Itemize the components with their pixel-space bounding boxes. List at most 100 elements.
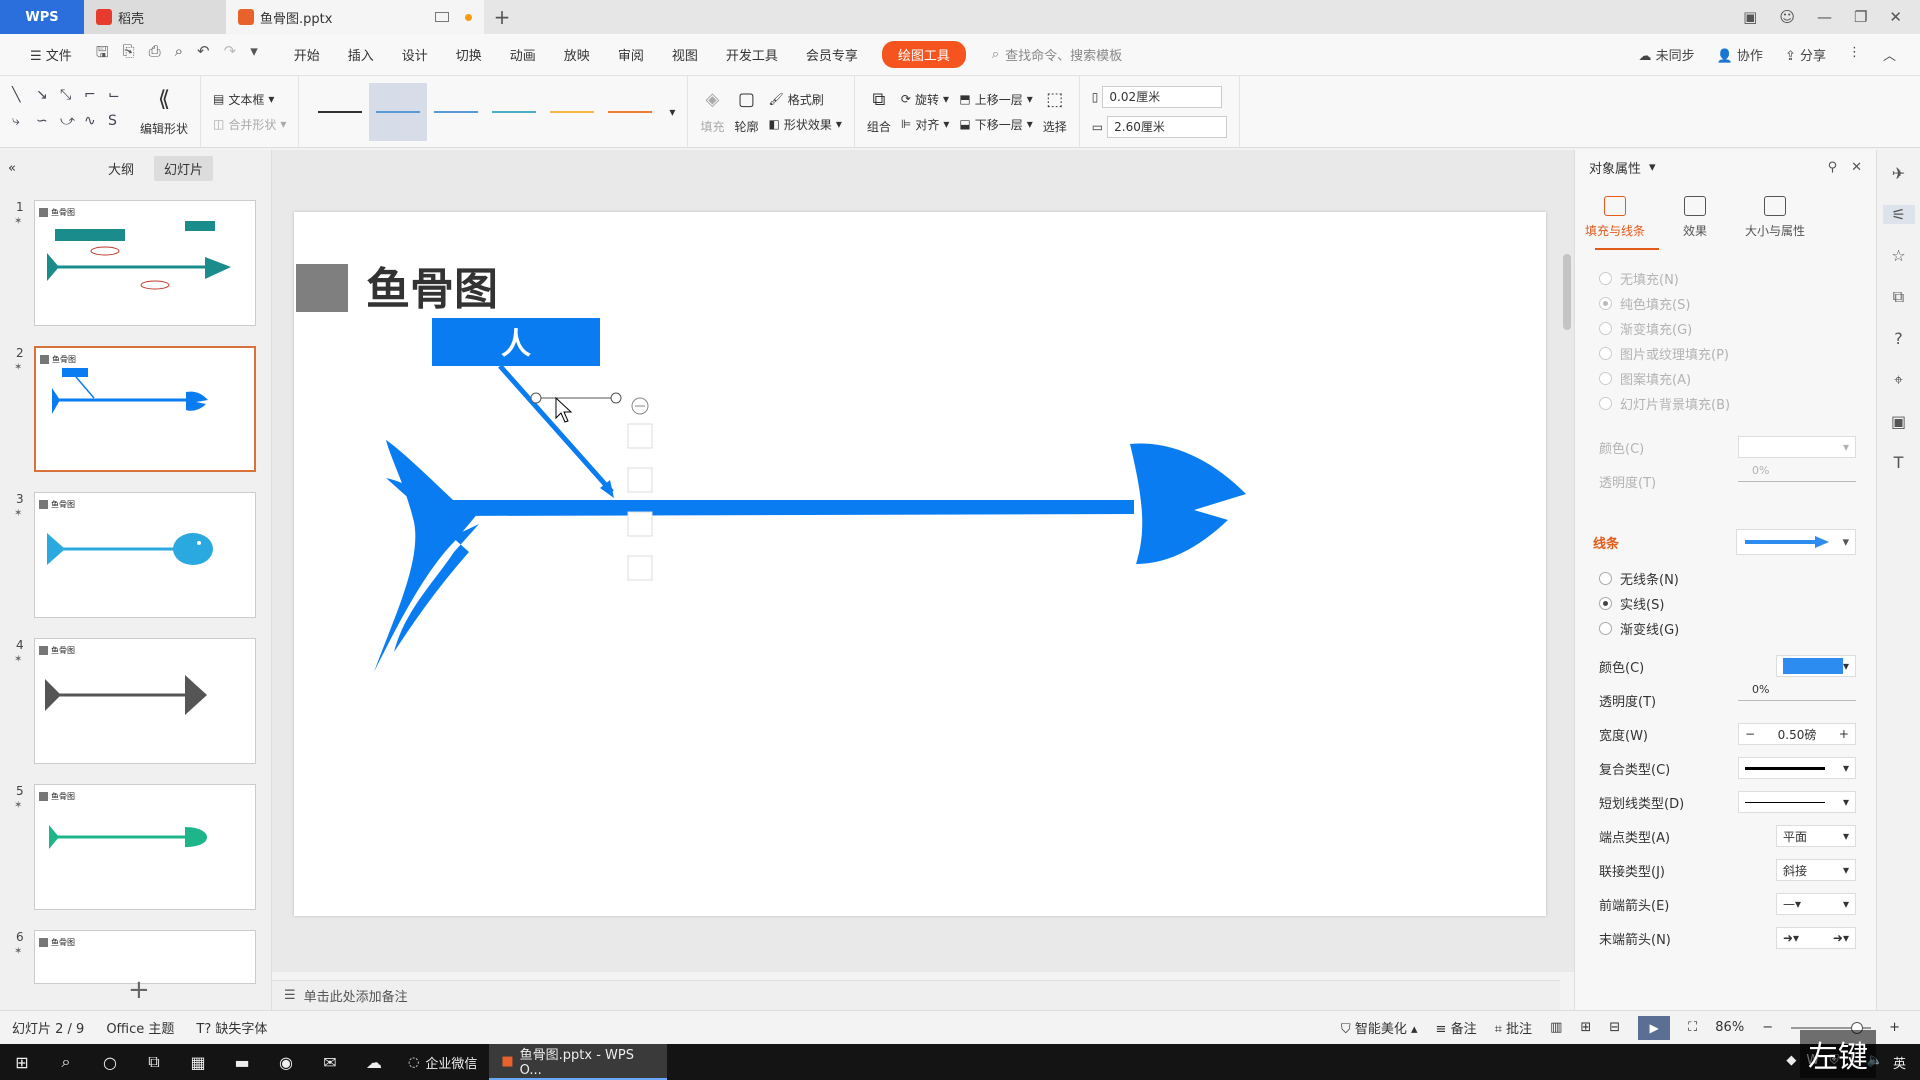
line-transparency-slider[interactable]: 0% [1738,683,1856,711]
menu-animation[interactable]: 动画 [496,45,550,64]
line-style-swatch[interactable] [485,83,543,141]
panel-title[interactable]: 对象属性 [1589,158,1641,177]
avatar[interactable]: ☺ [1779,8,1795,26]
wps-home-tab[interactable]: WPS [0,0,84,34]
slide-thumbnail[interactable]: 鱼骨图 [34,784,256,910]
slide-canvas[interactable]: 鱼骨图 人 [294,212,1546,916]
line-width-stepper[interactable]: − 0.50磅 + [1738,723,1856,745]
layers-icon[interactable] [627,423,653,449]
slide-thumbnail[interactable]: 鱼骨图 [34,200,256,326]
share-button[interactable]: ⇪ 分享 [1785,45,1826,64]
file-menu[interactable]: ☰ 文件 [16,45,86,64]
normal-view-icon[interactable]: ▥ [1550,1020,1562,1035]
align-button[interactable]: ⊫ 对齐 ▾ [901,116,950,133]
tray-app-icon[interactable]: ◆ [1786,1053,1796,1072]
width-input[interactable]: 2.60厘米 [1107,115,1228,138]
tab-slides[interactable]: 幻灯片 [153,155,213,181]
preview-icon[interactable]: ⌕ [175,42,183,67]
curve-connector-icon[interactable]: ∽ [36,113,58,137]
taskbar-wecom[interactable]: ◌ 企业微信 [396,1044,489,1080]
pin-icon[interactable]: ⚲ [1828,160,1838,175]
pin-star-icon[interactable]: ☆ [1891,246,1905,265]
taskbar-wps[interactable]: ■ 鱼骨图.pptx - WPS O... [489,1044,668,1080]
save-icon[interactable]: 🖫 [96,42,109,67]
mail-icon[interactable]: ✉ [308,1053,352,1072]
shape-effect-button[interactable]: ◧ 形状效果 ▾ [768,116,841,133]
bone-arrow[interactable] [498,364,614,494]
line-icon[interactable]: ╲ [12,87,34,111]
increment-icon[interactable]: + [1839,727,1849,741]
height-input[interactable]: 0.02厘米 [1102,85,1223,108]
more-chevron-icon[interactable]: ▾ [250,42,258,67]
collab-button[interactable]: 👤 协作 [1717,45,1763,64]
line-style-swatch[interactable] [427,83,485,141]
line-section-header[interactable]: 线条 ▾ [1575,524,1876,560]
tab-effects[interactable]: 效果 [1655,195,1735,239]
compound-type-select[interactable]: ▾ [1738,757,1856,779]
line-option[interactable]: 实线(S) [1575,591,1876,616]
double-arrow-icon[interactable]: ⤡ [60,87,82,111]
tray-ime-icon[interactable]: 英 [1893,1053,1906,1072]
close-panel-icon[interactable]: ✕ [1851,160,1862,175]
notes-button[interactable]: ≡ 备注 [1436,1018,1477,1037]
slide-thumbnail[interactable]: 鱼骨图 [34,492,256,618]
fill-option[interactable]: 图案填充(A) [1575,366,1876,391]
line-option[interactable]: 无线条(N) [1575,566,1876,591]
daoke-tab[interactable]: 稻壳 [84,0,226,34]
fill-option[interactable]: 图片或纹理填充(P) [1575,341,1876,366]
menu-transition[interactable]: 切换 [442,45,496,64]
fill-option[interactable]: 无填充(N) [1575,266,1876,291]
arrow-line-icon[interactable]: ↘ [36,87,58,111]
tab-size-props[interactable]: 大小与属性 [1735,195,1815,239]
scroll-thumb[interactable] [1563,254,1571,330]
menu-home[interactable]: 开始 [280,45,334,64]
properties-icon[interactable]: ⚟ [1882,205,1915,224]
slide-title[interactable]: 鱼骨图 [366,264,498,315]
redo-icon[interactable]: ↷ [224,42,237,67]
line-style-swatch[interactable] [601,83,659,141]
line-style-swatch[interactable] [543,83,601,141]
join-type-select[interactable]: 斜接 ▾ [1776,859,1856,881]
line-color-picker[interactable]: ▾ [1776,655,1856,677]
decrement-icon[interactable]: − [1745,727,1755,741]
more-icon[interactable]: ⋮ [1848,45,1861,64]
group-button[interactable]: ⧉ 组合 [867,89,891,135]
pen-icon[interactable] [627,467,653,493]
freeform-icon[interactable]: S [108,113,130,137]
curve-double-icon[interactable]: ∿ [84,113,106,137]
begin-arrow-select[interactable]: —▾ ▾ [1776,893,1856,915]
taskbar-search-icon[interactable]: ⌕ [44,1052,88,1072]
menu-member[interactable]: 会员专享 [792,45,872,64]
merge-shape-button[interactable]: ◫ 合并形状 ▾ [213,116,286,133]
slide-thumbnail[interactable]: 鱼骨图 [34,638,256,764]
copy-icon[interactable]: ⧉ [1893,287,1904,307]
lightbulb-icon[interactable] [627,555,653,581]
explorer-icon[interactable]: ▬ [220,1053,264,1072]
slide-thumbnail-row[interactable]: 3 ✶ 鱼骨图 [0,492,272,620]
zoom-in-button[interactable]: + [1889,1020,1900,1035]
edge-icon[interactable]: ◉ [264,1053,308,1072]
fill-option[interactable]: 渐变填充(G) [1575,316,1876,341]
fill-option[interactable]: 幻灯片背景填充(B) [1575,391,1876,416]
menu-review[interactable]: 审阅 [604,45,658,64]
line-option[interactable]: 渐变线(G) [1575,616,1876,641]
slide-thumbnail-row[interactable]: 2 ✶ 鱼骨图 [0,346,272,474]
menu-developer[interactable]: 开发工具 [712,45,792,64]
cortana-icon[interactable]: ○ [88,1053,132,1072]
menu-slideshow[interactable]: 放映 [550,45,604,64]
line-style-swatch[interactable] [369,82,428,141]
fill-button[interactable]: ◈ 填充 [700,89,724,135]
slide-thumbnail[interactable]: 鱼骨图 [34,346,256,472]
collapse-panel-icon[interactable]: « [8,161,16,176]
tab-outline[interactable]: 大纲 [98,156,144,181]
sync-button[interactable]: ☁ 未同步 [1638,45,1694,64]
restore-button[interactable]: ❐ [1854,8,1867,26]
dash-type-select[interactable]: ▾ [1738,791,1856,813]
zoom-slider[interactable] [1791,1021,1872,1034]
menu-design[interactable]: 设计 [388,45,442,64]
image-icon[interactable]: ▣ [1891,412,1906,431]
reading-view-icon[interactable]: ⊟ [1609,1020,1620,1035]
line-style-swatch[interactable] [311,83,369,141]
send-backward-button[interactable]: ⬓ 下移一层 ▾ [959,116,1032,133]
elbow-arrow-icon[interactable]: ⌙ [108,87,130,111]
